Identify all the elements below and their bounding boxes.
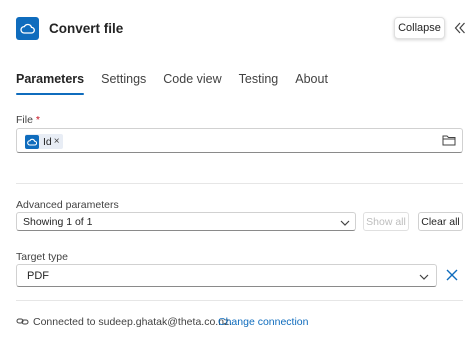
connection-link-icon — [16, 315, 29, 328]
show-all-button[interactable]: Show all — [363, 212, 409, 231]
file-token-label: Id — [43, 135, 52, 148]
file-input[interactable]: Id × — [16, 128, 463, 153]
token-remove-icon[interactable]: × — [54, 136, 63, 147]
collapse-button[interactable]: Collapse — [394, 17, 445, 39]
tab-settings[interactable]: Settings — [101, 72, 146, 96]
connection-status-text: Connected to sudeep.ghatak@theta.co.nz. — [33, 316, 233, 328]
onedrive-cloud-icon — [16, 17, 39, 40]
chevron-down-icon — [419, 271, 429, 281]
clear-all-button[interactable]: Clear all — [418, 212, 463, 231]
advanced-parameters-dropdown[interactable]: Showing 1 of 1 — [16, 212, 356, 231]
target-type-value: PDF — [27, 270, 49, 282]
chevron-down-icon — [340, 217, 350, 227]
tab-parameters[interactable]: Parameters — [16, 72, 85, 96]
tab-list: Parameters Settings Code view Testing Ab… — [16, 72, 345, 96]
target-type-label: Target type — [16, 251, 68, 263]
tab-testing[interactable]: Testing — [239, 72, 279, 96]
change-connection-link[interactable]: Change connection — [218, 316, 309, 328]
required-mark: * — [35, 114, 40, 126]
advanced-parameters-label: Advanced parameters — [16, 199, 119, 211]
target-type-dropdown[interactable]: PDF — [16, 264, 437, 287]
section-divider — [16, 300, 463, 301]
file-label-text: File — [16, 114, 33, 126]
file-token[interactable]: Id × — [25, 134, 63, 149]
section-divider — [16, 183, 463, 184]
double-chevron-left-icon[interactable] — [452, 19, 468, 37]
advanced-parameters-value: Showing 1 of 1 — [23, 216, 93, 228]
tab-code-view[interactable]: Code view — [163, 72, 221, 96]
panel-title: Convert file — [49, 21, 124, 36]
onedrive-cloud-icon — [25, 134, 39, 149]
clear-target-type-icon[interactable] — [445, 268, 459, 282]
file-label: File * — [16, 114, 40, 126]
tab-about[interactable]: About — [295, 72, 328, 96]
folder-icon[interactable] — [442, 134, 456, 146]
